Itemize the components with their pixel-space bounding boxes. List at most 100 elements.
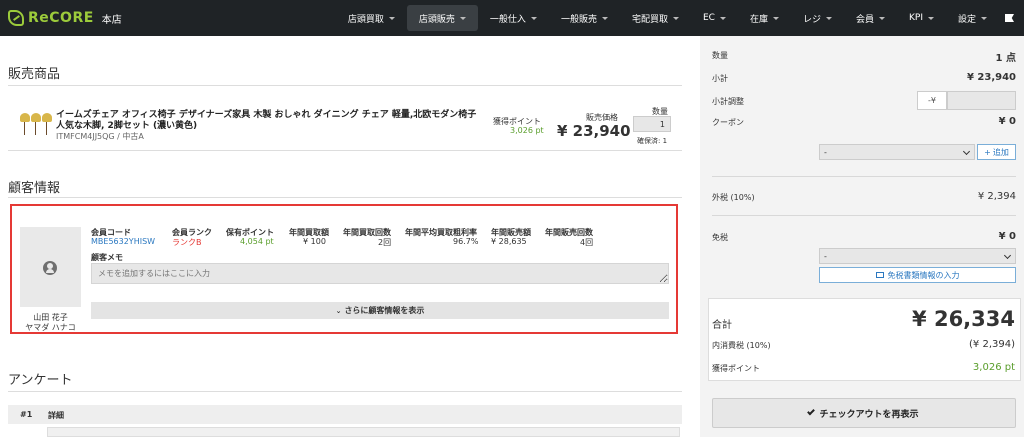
quantity-input[interactable]: 1 <box>633 116 671 132</box>
nav-general-sales[interactable]: 一般販売 <box>549 5 620 31</box>
col-detail: 詳細 <box>48 411 64 420</box>
main-nav: 店頭買取 店頭販売 一般仕入 一般販売 宅配買取 EC 在庫 レジ 会員 KPI… <box>336 0 1024 36</box>
nav-register[interactable]: レジ <box>791 5 844 31</box>
nav-label: 店頭買取 <box>347 14 384 25</box>
nav-general-stock[interactable]: 一般仕入 <box>478 5 549 31</box>
tax-exempt-document-button[interactable]: 免税書類情報の入力 <box>819 267 1016 283</box>
logo-text: ReCORE <box>28 10 94 26</box>
inner-tax-value: (¥ 2,394) <box>969 339 1015 350</box>
outer-tax-value: ¥ 2,394 <box>977 191 1016 202</box>
chevron-down-icon <box>981 16 987 20</box>
annual-purchase-count-value: 2回 <box>378 238 392 247</box>
annual-margin-value: 96.7% <box>453 237 479 246</box>
annual-purchase-amount-value: ¥ 100 <box>303 237 326 246</box>
held-points-value: 4,054 pt <box>240 237 274 246</box>
chevron-down-icon <box>927 16 934 20</box>
summary-qty-label: 数量 <box>712 51 728 60</box>
nav-label: 設定 <box>957 14 976 25</box>
nav-label: レジ <box>802 14 821 25</box>
coupon-label: クーポン <box>712 118 744 127</box>
customer-memo-input[interactable] <box>91 263 669 284</box>
chair-leg <box>35 122 36 135</box>
product-name[interactable]: イームズチェア オフィス椅子 デザイナーズ家具 木製 おしゃれ ダイニング チェ… <box>56 110 482 132</box>
survey-input[interactable] <box>47 427 680 437</box>
nav-ec[interactable]: EC <box>691 5 738 31</box>
divider <box>712 215 1016 216</box>
add-coupon-button[interactable]: + 追加 <box>977 144 1016 160</box>
chevron-down-icon <box>601 16 608 20</box>
tax-exempt-select[interactable]: - <box>819 248 1016 264</box>
chair-seat <box>31 113 41 122</box>
chevron-down-icon <box>459 16 466 20</box>
nav-inventory[interactable]: 在庫 <box>738 5 791 31</box>
nav-members[interactable]: 会員 <box>844 5 897 31</box>
sales-heading: 販売商品 <box>8 67 61 82</box>
product-image[interactable] <box>18 110 52 142</box>
chair-leg <box>46 122 47 135</box>
nav-label: 在庫 <box>749 14 768 25</box>
chevron-down-icon <box>530 16 537 20</box>
earned-points-label: 獲得ポイント <box>712 364 760 373</box>
chevron-down-icon <box>825 16 832 20</box>
customer-kana: ヤマダ ハナコ <box>25 323 76 332</box>
nav-store-sales[interactable]: 店頭販売 <box>406 5 478 31</box>
chevron-down-icon <box>962 147 971 156</box>
subtotal-adjust-label: 小計調整 <box>712 97 744 106</box>
earned-points-value: 3,026 pt <box>972 362 1015 373</box>
logo[interactable]: ReCORE 本店 <box>8 10 122 26</box>
select-value: - <box>824 251 827 261</box>
flag-icon[interactable] <box>1005 14 1014 22</box>
annual-sales-amount-value: ¥ 28,635 <box>491 237 527 246</box>
chevron-down-icon <box>672 16 679 20</box>
coupon-value: ¥ 0 <box>998 116 1016 127</box>
user-icon <box>43 261 57 275</box>
total-value: ¥ 26,334 <box>912 307 1015 331</box>
id-card-icon <box>875 272 884 278</box>
reserved-stock: 確保済: 1 <box>637 137 668 145</box>
check-icon <box>807 407 816 416</box>
nav-delivery-purchase[interactable]: 宅配買取 <box>620 5 691 31</box>
inner-tax-label: 内消費税 (10%) <box>712 341 771 350</box>
plus-icon: + <box>984 147 991 157</box>
subtotal-value: ¥ 23,940 <box>966 72 1016 83</box>
chevron-down-icon <box>1003 251 1012 260</box>
show-more-customer-button[interactable]: ⌄ さらに顧客情報を表示 <box>91 302 669 319</box>
coupon-select[interactable]: - <box>819 144 975 160</box>
member-rank-value: ランクB <box>172 238 202 247</box>
customer-heading: 顧客情報 <box>8 181 61 196</box>
nav-settings[interactable]: 設定 <box>946 5 999 31</box>
survey-table-header: #1 詳細 <box>8 405 682 424</box>
divider <box>8 391 682 392</box>
divider <box>8 150 682 151</box>
outer-tax-label: 外税 (10%) <box>712 193 755 202</box>
annual-sales-count-value: 4回 <box>580 238 594 247</box>
nav-kpi[interactable]: KPI <box>897 5 946 31</box>
chevron-down-icon <box>719 16 726 20</box>
select-value: - <box>824 147 827 157</box>
adjust-prefix: -¥ <box>917 91 947 110</box>
nav-label: KPI <box>909 13 923 23</box>
nav-label: 宅配買取 <box>631 14 668 25</box>
button-label: 追加 <box>992 147 1009 157</box>
chair-seat <box>42 113 52 122</box>
points-value: 3,026 pt <box>510 126 544 135</box>
summary-qty-value: 1 点 <box>995 53 1016 64</box>
total-label: 合計 <box>712 320 732 331</box>
divider <box>8 85 682 86</box>
chevron-down-icon <box>388 16 395 20</box>
survey-heading: アンケート <box>8 373 73 388</box>
divider <box>712 176 1016 177</box>
price-value: ¥ 23,940 <box>557 122 631 140</box>
col-number: #1 <box>20 410 33 419</box>
nav-label: EC <box>702 13 715 23</box>
divider <box>8 197 682 198</box>
store-name: 本店 <box>101 14 122 26</box>
nav-store-purchase[interactable]: 店頭買取 <box>336 5 407 31</box>
member-code-link[interactable]: MBE5632YHISW <box>91 237 155 246</box>
memo-label: 顧客メモ <box>91 253 123 262</box>
tax-exempt-label: 免税 <box>712 233 728 242</box>
leaf-logo-icon <box>8 10 24 26</box>
chair-leg <box>24 122 25 135</box>
subtotal-adjust-input[interactable] <box>947 91 1016 110</box>
show-checkout-button[interactable]: チェックアウトを再表示 <box>712 398 1016 428</box>
